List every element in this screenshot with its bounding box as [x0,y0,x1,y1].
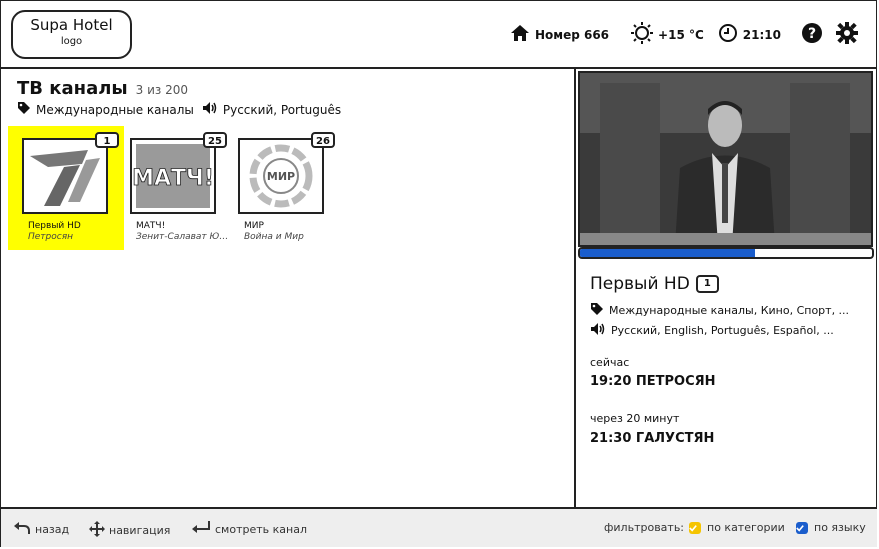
channel-categories-text: Международные каналы, Кино, Спорт, ... [609,304,850,317]
filter-label: фильтровать: [604,521,684,534]
filter-language-text: Русский, Português [222,102,342,117]
page-title: ТВ каналы [17,78,128,99]
weather-temperature: +15 °C [658,27,704,42]
next-label: через 20 минут [590,412,680,425]
svg-text:?: ? [808,26,816,42]
channel-preview-panel: Первый HD 1 Международные каналы, Кино, … [576,69,877,507]
back-label: назад [35,523,70,536]
logo-title: Supa Hotel [30,16,113,34]
navigation-label: навигация [109,524,171,537]
filter-category-label: по категории [707,521,785,534]
channel-tile-match[interactable]: МАТЧ! 25 МАТЧ! Зенит-Салават Юлаев [116,126,232,250]
next-program: 21:30 ГАЛУСТЯН [590,431,715,446]
room-info: Номер 666 [510,24,609,45]
weather-info: +15 °C [631,22,704,47]
playback-progress-bar [578,247,874,259]
filter-category-text: Международные каналы [36,102,194,117]
header-status: Номер 666 +15 °C 21:10 ? [496,22,863,47]
filter-by-category-toggle[interactable]: по категории [689,521,785,534]
enter-key-icon [191,521,215,538]
filter-language-label: по языку [814,521,866,534]
video-preview[interactable] [578,71,873,247]
channel-languages: Русский, English, Português, Español, ..… [590,322,834,339]
channel-list-panel: ТВ каналы 3 из 200 Международные каналы … [1,69,576,507]
sun-icon [631,22,658,47]
filter-label-text: фильтровать: [604,521,685,534]
channel-list-header: ТВ каналы 3 из 200 [17,78,188,99]
channel-logo-match: МАТЧ! [130,138,216,214]
tag-icon [590,302,609,319]
clock-icon [718,23,743,46]
selected-channel-number: 1 [695,275,719,293]
channel-name: Первый HD [28,221,81,231]
now-program: 19:20 ПЕТРОСЯН [590,374,716,389]
channel-logo-mir: МИР [238,138,324,214]
channel-tile-pervyy[interactable]: 1 Первый HD Петросян [8,126,124,250]
logo-subtitle: logo [60,36,83,47]
current-time: 21:10 [742,27,781,42]
watch-channel-label: смотреть канал [215,523,307,536]
settings-button[interactable] [836,22,863,47]
speaker-icon [202,101,223,118]
channel-number-badge: 26 [311,132,335,148]
channel-tile-mir[interactable]: МИР 26 МИР Война и Мир [224,126,340,250]
channel-categories: Международные каналы, Кино, Спорт, ... [590,302,849,319]
channel-languages-text: Русский, English, Português, Español, ..… [611,324,834,337]
help-button[interactable]: ? [801,22,828,47]
channel-count: 3 из 200 [135,83,189,97]
back-arrow-icon [13,521,35,538]
gear-icon[interactable] [836,22,863,47]
channel-name: МИР [244,221,264,231]
back-hint[interactable]: назад [13,521,69,538]
tag-icon [17,101,36,118]
header: Supa Hotel logo Номер 666 +15 °C 21:10 ? [1,1,877,69]
watch-channel-hint[interactable]: смотреть канал [191,521,307,538]
hotel-logo: Supa Hotel logo [11,10,132,59]
speaker-icon [590,322,611,339]
channel-current-program: Война и Мир [244,232,304,242]
navigation-arrows-icon [89,521,109,540]
channel-name: МАТЧ! [136,221,166,231]
active-filters: Международные каналы Русский, Português [17,101,341,118]
selected-channel-name: Первый HD [590,274,690,294]
now-label: сейчас [590,356,630,369]
svg-text:МАТЧ!: МАТЧ! [132,166,214,191]
svg-text:МИР: МИР [267,170,295,183]
home-icon [510,24,535,45]
help-icon[interactable]: ? [801,22,828,47]
channel-current-program: Петросян [28,232,74,242]
time-info: 21:10 [718,23,781,46]
footer-hints: назад навигация смотреть канал фильтрова… [1,507,877,547]
playback-progress-fill [580,249,756,257]
category-checkbox[interactable] [689,521,701,534]
selected-channel-title: Первый HD 1 [590,274,719,294]
filter-by-language-toggle[interactable]: по языку [796,521,866,534]
channel-current-program: Зенит-Салават Юлаев [136,232,231,242]
language-checkbox[interactable] [796,521,808,534]
room-number: Номер 666 [534,27,610,42]
navigation-hint: навигация [89,521,170,540]
channel-logo-pervyy [22,138,108,214]
